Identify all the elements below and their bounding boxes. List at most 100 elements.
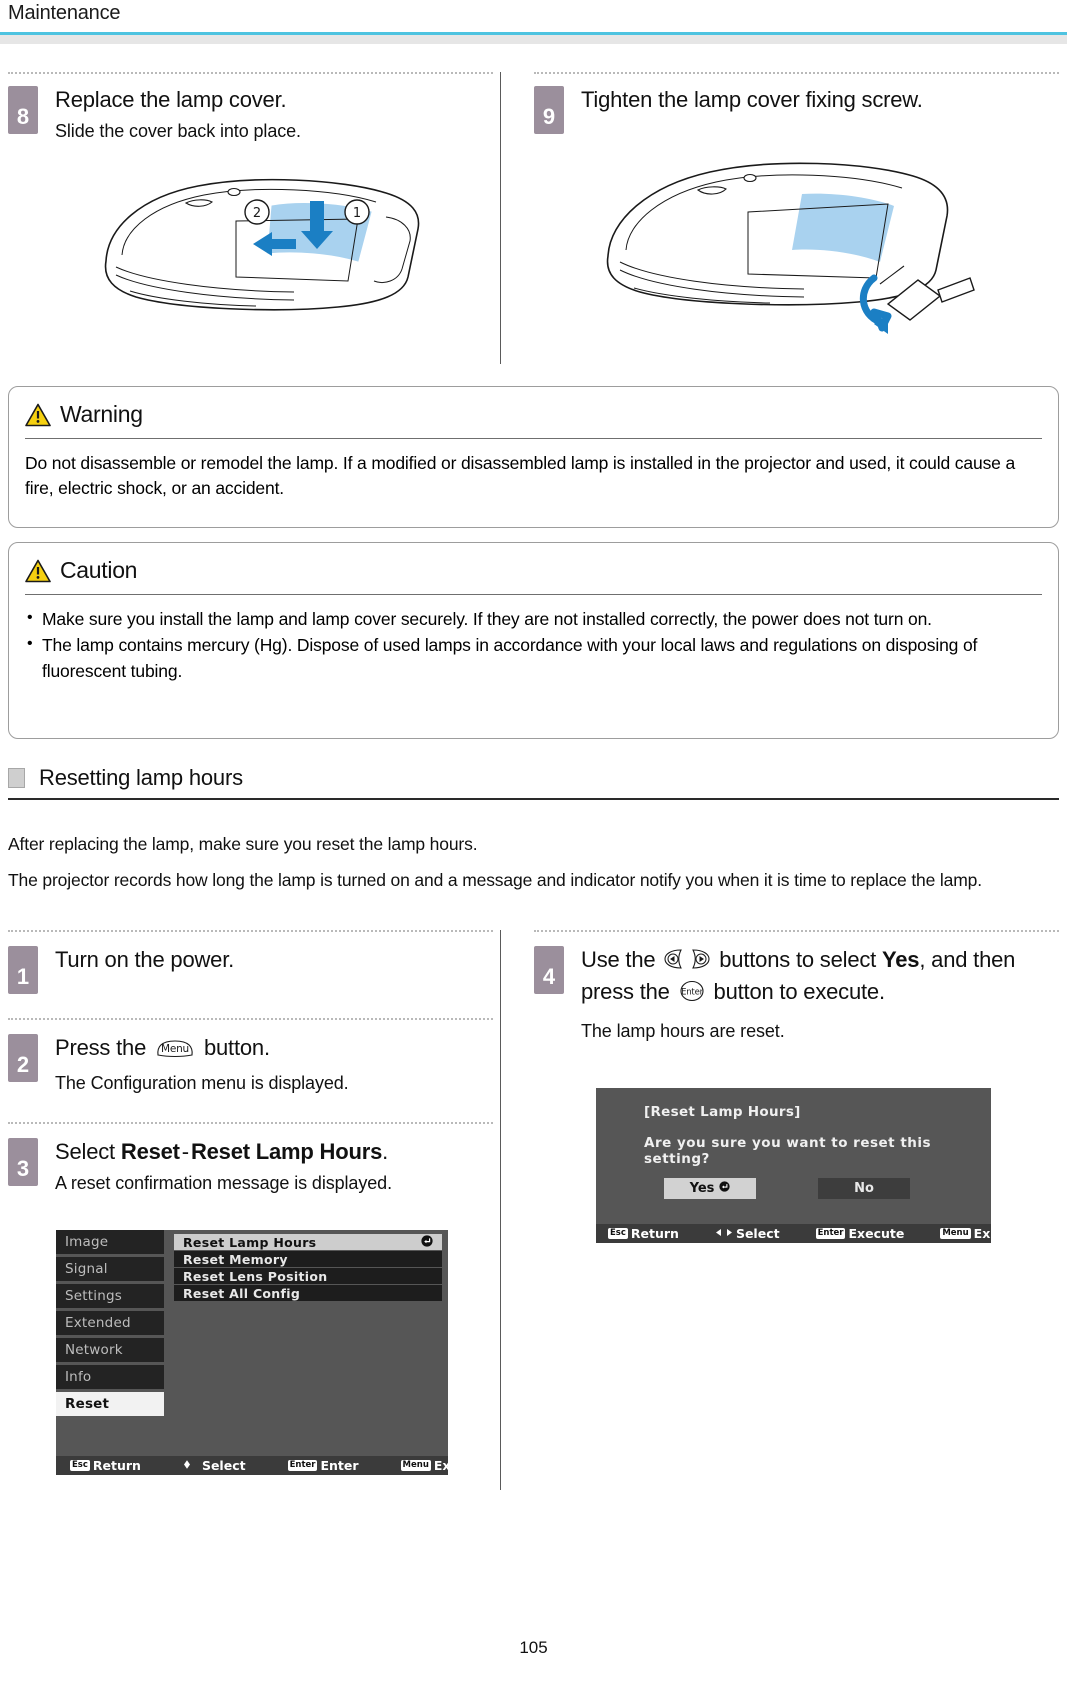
step-4-title: Use the buttons to select Yes, and then … — [581, 946, 1059, 1010]
caution-label: Caution — [60, 557, 138, 583]
section-rule — [8, 798, 1059, 800]
osd-item-reset-lens-position[interactable]: Reset Lens Position — [174, 1268, 442, 1284]
left-arrow-key-icon — [661, 947, 687, 978]
column-divider-top — [500, 72, 501, 364]
osd-item-list[interactable]: Reset Lamp Hours Reset Memory Reset Lens… — [174, 1234, 442, 1301]
step-4-text-2: buttons to select — [719, 947, 877, 972]
step-9-column: 9 Tighten the lamp cover fixing screw. — [534, 72, 1059, 338]
osd-dialog-no-button[interactable]: No — [818, 1178, 910, 1199]
step-4-subtitle: The lamp hours are reset. — [581, 1021, 785, 1042]
step-4-text-4: button to execute. — [713, 979, 886, 1005]
step-3: 3 Select Reset-Reset Lamp Hours. A reset… — [8, 1138, 493, 1195]
page-number: 105 — [519, 1638, 548, 1657]
step-4: 4 Use the buttons to select Yes, and the… — [534, 946, 1059, 1044]
osd-tab-signal[interactable]: Signal — [56, 1257, 164, 1281]
reset-steps-left-column: 1 Turn on the power. 2 Press the Menu bu… — [8, 930, 493, 1195]
warning-notice: Warning Do not disassemble or remodel th… — [8, 386, 1059, 528]
section-heading: Resetting lamp hours — [8, 765, 1059, 800]
osd-item-reset-all-config[interactable]: Reset All Config — [174, 1285, 442, 1301]
section-intro-2: The projector records how long the lamp … — [8, 870, 982, 890]
section-intro-1: After replacing the lamp, make sure you … — [8, 834, 478, 854]
osd-item-label: Reset Lamp Hours — [183, 1234, 317, 1250]
projector-illustration-step-9 — [606, 162, 975, 334]
step-separator-dotted — [8, 1018, 493, 1020]
menu-key-icon: Menu — [400, 1460, 431, 1471]
warning-label: Warning — [60, 401, 143, 427]
step-separator-dotted — [8, 72, 493, 74]
enter-key-icon: Enter — [815, 1228, 846, 1239]
step-2-subtitle: The Configuration menu is displayed. — [55, 1073, 349, 1094]
osd-item-label: Reset Lens Position — [183, 1268, 328, 1284]
osd-footer-enter-label: Enter — [320, 1458, 359, 1473]
step-8-title: Replace the lamp cover. — [55, 87, 287, 112]
header-grey-band — [0, 35, 1067, 44]
step-1-title: Turn on the power. — [55, 947, 235, 972]
step-1: 1 Turn on the power. — [8, 946, 493, 1018]
caution-body: Make sure you install the lamp and lamp … — [9, 595, 1058, 699]
step-2-title-pre: Press the — [55, 1035, 147, 1060]
step-4-number: 4 — [534, 946, 564, 994]
step-8-column: 8 Replace the lamp cover. Slide the cove… — [8, 72, 493, 334]
section-square-icon — [8, 768, 25, 788]
osd-footer-select-label: Select — [201, 1458, 246, 1473]
osd-item-reset-lamp-hours[interactable]: Reset Lamp Hours — [174, 1234, 442, 1250]
osd-dialog-footer-select-label: Select — [735, 1226, 780, 1241]
osd-footer-bar: Esc Return Select Enter Enter Menu Exit — [56, 1456, 461, 1475]
osd-tab-image[interactable]: Image — [56, 1230, 164, 1254]
warning-header: Warning — [9, 387, 1058, 438]
osd-footer-exit: Menu Exit — [400, 1458, 461, 1473]
osd-dialog-title: [Reset Lamp Hours] — [644, 1104, 801, 1120]
osd-dialog-footer-execute: Enter Execute — [815, 1226, 904, 1241]
osd-tab-settings[interactable]: Settings — [56, 1284, 164, 1308]
enter-key-icon: Enter — [287, 1460, 318, 1471]
step-3-bold-reset: Reset — [120, 1139, 180, 1164]
osd-footer-return-label: Return — [92, 1458, 141, 1473]
step-9: 9 Tighten the lamp cover fixing screw. — [534, 86, 1059, 134]
step-2: 2 Press the Menu button. The Configurati… — [8, 1034, 493, 1122]
osd-footer-select: Select — [183, 1458, 246, 1473]
menu-key-icon: Menu — [940, 1228, 971, 1239]
step-3-title: Select Reset-Reset Lamp Hours. — [55, 1138, 493, 1166]
enter-marker-icon — [719, 1181, 731, 1196]
page-header-title: Maintenance — [8, 2, 121, 24]
step-9-title: Tighten the lamp cover fixing screw. — [581, 87, 923, 112]
step-separator-dotted — [534, 72, 1059, 74]
callout-2-label: 2 — [253, 206, 261, 221]
warning-triangle-icon — [25, 403, 51, 426]
warning-triangle-icon — [25, 559, 51, 582]
step-3-title-pre: Select — [55, 1139, 115, 1164]
osd-tab-network[interactable]: Network — [56, 1338, 164, 1362]
osd-item-label: Reset Memory — [183, 1251, 288, 1267]
osd-dialog-yes-button[interactable]: Yes — [664, 1178, 756, 1199]
osd-footer-exit-label: Exit — [433, 1458, 461, 1473]
osd-tab-reset[interactable]: Reset — [56, 1392, 164, 1416]
step-separator-dotted — [8, 930, 493, 932]
caution-header: Caution — [9, 543, 1058, 594]
step-4-text-1: Use the — [581, 947, 656, 972]
osd-tab-list[interactable]: Image Signal Settings Extended Network I… — [56, 1230, 164, 1419]
step-8-subtitle: Slide the cover back into place. — [55, 121, 301, 142]
osd-footer-return: Esc Return — [70, 1458, 141, 1473]
osd-tab-extended[interactable]: Extended — [56, 1311, 164, 1335]
osd-dialog-yes-label: Yes — [689, 1181, 715, 1196]
osd-configuration-menu[interactable]: Image Signal Settings Extended Network I… — [56, 1230, 461, 1475]
osd-item-reset-memory[interactable]: Reset Memory — [174, 1251, 442, 1267]
osd-dialog-footer-return: Esc Return — [608, 1226, 679, 1241]
right-arrow-key-icon — [687, 947, 713, 978]
menu-key-label: Menu — [161, 1043, 189, 1055]
osd-tab-info[interactable]: Info — [56, 1365, 164, 1389]
osd-item-enter-marker-icon — [421, 1234, 433, 1250]
arrows-leftright-icon — [715, 1226, 733, 1241]
osd-item-label: Reset All Config — [183, 1285, 301, 1301]
caution-bullet: The lamp contains mercury (Hg). Dispose … — [25, 632, 1042, 684]
section-title: Resetting lamp hours — [39, 765, 243, 790]
osd-footer-enter: Enter Enter — [287, 1458, 359, 1473]
osd-dialog-footer-bar: Esc Return Select Enter Execute Menu Exi… — [596, 1224, 1001, 1243]
page: Maintenance 8 Replace the lamp cover. Sl… — [0, 0, 1067, 1686]
osd-reset-confirmation-dialog[interactable]: [Reset Lamp Hours] Are you sure you want… — [596, 1088, 1001, 1243]
step-3-number: 3 — [8, 1138, 38, 1186]
step-2-title-post: button. — [203, 1035, 270, 1060]
step-2-title: Press the Menu button. — [55, 1034, 493, 1066]
caution-notice: Caution Make sure you install the lamp a… — [8, 542, 1059, 739]
menu-key-icon: Menu — [152, 1037, 198, 1066]
